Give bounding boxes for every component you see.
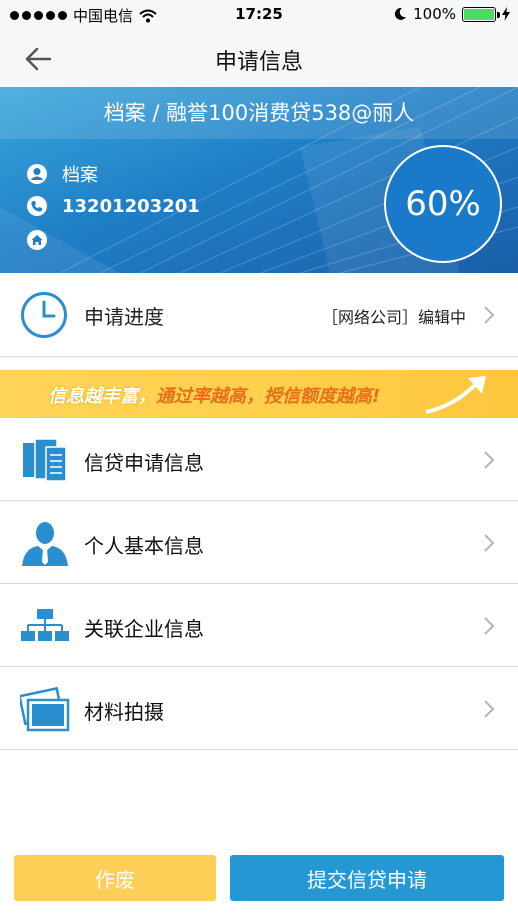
- promo-banner: 信息越丰富，通过率越高，授信额度越高!: [0, 370, 518, 418]
- battery-percent: 100%: [413, 5, 456, 23]
- list-item-label: 信贷申请信息: [84, 451, 204, 475]
- person-icon: [22, 522, 68, 566]
- nav-bar: 申请信息: [0, 30, 518, 87]
- document-stack-icon: [23, 438, 67, 482]
- submit-credit-application-button[interactable]: 提交信贷申请: [230, 855, 504, 901]
- status-bar: 中国电信 17:25 100%: [0, 0, 518, 30]
- chevron-right-icon: [484, 451, 495, 469]
- chevron-right-icon: [484, 617, 495, 635]
- progress-label: 申请进度: [84, 305, 164, 329]
- list-item-personal-info[interactable]: 个人基本信息: [0, 501, 518, 584]
- upward-arrow-icon: [425, 376, 486, 414]
- photo-icon: [20, 686, 70, 732]
- customer-name: 档案: [62, 165, 98, 186]
- info-list: 信贷申请信息 个人基本信息 关联企业信息 材料拍摄: [0, 418, 518, 750]
- chevron-right-icon: [484, 700, 495, 718]
- chevron-right-icon: [484, 306, 495, 324]
- progress-status: ［网络公司］编辑中: [321, 308, 466, 327]
- page-title: 申请信息: [214, 50, 303, 75]
- void-button[interactable]: 作废: [14, 855, 216, 901]
- profile-banner: 档案 / 融誉100消费贷538@丽人 档案 13201203201 60%: [0, 87, 518, 273]
- battery-icon: [462, 6, 500, 22]
- charging-icon: [502, 7, 510, 21]
- completion-circle: 60%: [384, 145, 502, 263]
- list-item-label: 个人基本信息: [84, 534, 204, 558]
- org-chart-icon: [21, 609, 69, 641]
- list-item-related-company[interactable]: 关联企业信息: [0, 584, 518, 667]
- phone-icon: [27, 196, 47, 216]
- banner-title: 档案 / 融誉100消费贷538@丽人: [0, 87, 518, 139]
- moon-icon: [394, 7, 407, 20]
- application-progress-row[interactable]: 申请进度 ［网络公司］编辑中: [0, 273, 518, 357]
- clock-icon: [21, 292, 67, 338]
- promo-text-2: 通过率越高，授信额度越高!: [156, 386, 381, 407]
- chevron-right-icon: [484, 534, 495, 552]
- list-item-credit-application[interactable]: 信贷申请信息: [0, 418, 518, 501]
- list-item-label: 材料拍摄: [84, 700, 164, 724]
- customer-phone: 13201203201: [62, 195, 200, 217]
- list-item-label: 关联企业信息: [84, 617, 204, 641]
- promo-text-1: 信息越丰富，: [48, 386, 156, 407]
- user-icon: [27, 164, 47, 184]
- home-icon: [27, 230, 47, 250]
- list-item-material-photo[interactable]: 材料拍摄: [0, 667, 518, 750]
